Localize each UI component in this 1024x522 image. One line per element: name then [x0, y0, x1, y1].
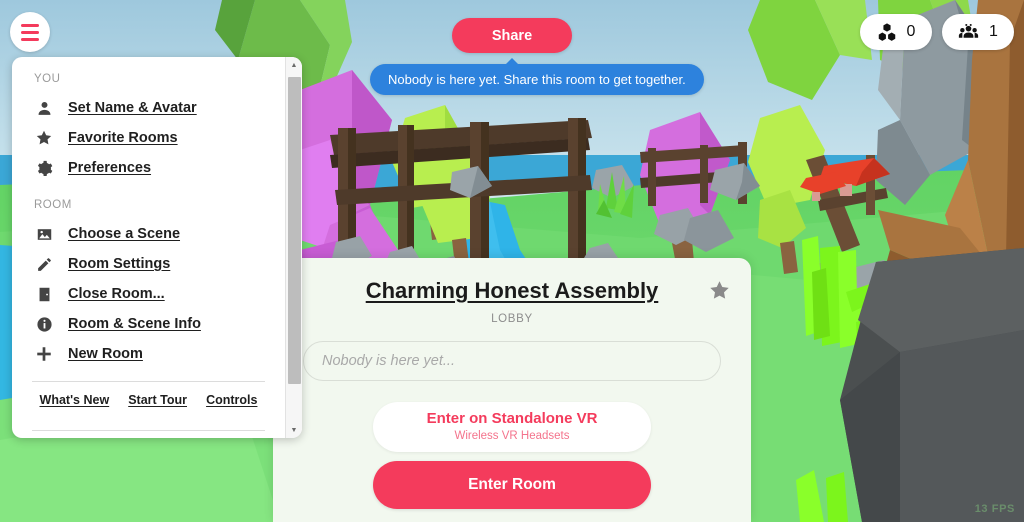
- people-count-badge[interactable]: 1: [942, 14, 1014, 50]
- scrollbar-thumb[interactable]: [287, 77, 301, 384]
- menu-item-label: New Room: [68, 346, 143, 362]
- menu-icon-bar-2: [21, 30, 39, 34]
- star-icon: [34, 128, 54, 148]
- room-state-label: LOBBY: [491, 313, 533, 325]
- menu-item-favorite-rooms[interactable]: Favorite Rooms: [26, 123, 271, 153]
- menu-item-set-name-avatar[interactable]: Set Name & Avatar: [26, 93, 271, 123]
- people-group-icon: [958, 22, 979, 43]
- menu-item-new-room[interactable]: New Room: [26, 339, 271, 369]
- menu-item-choose-a-scene[interactable]: Choose a Scene: [26, 219, 271, 249]
- vr-button-secondary-label: Wireless VR Headsets: [454, 429, 570, 442]
- scroll-down-arrow-icon[interactable]: ▼: [286, 422, 303, 438]
- menu-item-preferences[interactable]: Preferences: [26, 153, 271, 183]
- menu-item-label: Preferences: [68, 160, 152, 176]
- room-entry-card: Charming Honest Assembly LOBBY Enter on …: [273, 258, 751, 522]
- scroll-up-arrow-icon[interactable]: ▲: [286, 57, 303, 73]
- main-menu-panel: YOU Set Name & Avatar Favorite Rooms Pre…: [12, 57, 302, 438]
- enter-standalone-vr-button[interactable]: Enter on Standalone VR Wireless VR Heads…: [373, 402, 651, 452]
- menu-item-label: Choose a Scene: [68, 226, 181, 242]
- occupants-input[interactable]: [303, 341, 721, 381]
- image-icon: [34, 224, 54, 244]
- objects-cubes-icon: [877, 22, 897, 42]
- menu-item-label: Close Room...: [68, 286, 165, 302]
- plus-icon: [34, 344, 54, 364]
- link-whats-new[interactable]: What's New: [40, 393, 110, 407]
- top-right-badges: 0 1: [860, 14, 1014, 50]
- door-icon: [34, 284, 54, 304]
- person-icon: [34, 98, 54, 118]
- card-title-row: Charming Honest Assembly: [303, 278, 729, 304]
- star-icon: [708, 279, 731, 302]
- vr-button-primary-label: Enter on Standalone VR: [426, 409, 598, 427]
- pencil-icon: [34, 254, 54, 274]
- menu-item-close-room[interactable]: Close Room...: [26, 279, 271, 309]
- menu-icon-bar-1: [21, 23, 39, 27]
- enter-room-button[interactable]: Enter Room: [373, 461, 651, 509]
- menu-section-you-label: YOU: [34, 73, 61, 85]
- app-root: YOU Set Name & Avatar Favorite Rooms Pre…: [0, 0, 1024, 522]
- objects-count-badge[interactable]: 0: [860, 14, 932, 50]
- link-start-tour[interactable]: Start Tour: [128, 393, 187, 407]
- menu-item-label: Room & Scene Info: [68, 316, 201, 332]
- menu-scroll-area: YOU Set Name & Avatar Favorite Rooms Pre…: [12, 57, 285, 438]
- favorite-room-button[interactable]: [708, 279, 731, 302]
- people-count: 1: [989, 23, 998, 40]
- menu-item-label: Favorite Rooms: [68, 130, 178, 146]
- hamburger-menu-button[interactable]: [10, 12, 50, 52]
- gear-icon: [34, 158, 54, 178]
- fps-counter: 13 FPS: [974, 503, 1015, 515]
- menu-footer: Help Join Discord Report Issue Terms of …: [26, 431, 271, 438]
- link-controls[interactable]: Controls: [206, 393, 257, 407]
- menu-item-label: Set Name & Avatar: [68, 100, 197, 116]
- objects-count: 0: [906, 23, 916, 40]
- menu-scrollbar[interactable]: ▲ ▼: [285, 57, 302, 438]
- menu-icon-bar-3: [21, 37, 39, 41]
- room-title: Charming Honest Assembly: [365, 278, 659, 303]
- menu-item-label: Room Settings: [68, 256, 171, 272]
- share-button[interactable]: Share: [452, 18, 572, 53]
- menu-section-room-label: ROOM: [34, 199, 72, 211]
- info-icon: [34, 314, 54, 334]
- menu-primary-links: What's New Start Tour Controls: [26, 382, 271, 418]
- menu-item-room-settings[interactable]: Room Settings: [26, 249, 271, 279]
- menu-item-room-scene-info[interactable]: Room & Scene Info: [26, 309, 271, 339]
- scrollbar-track[interactable]: [286, 73, 303, 422]
- share-tooltip: Nobody is here yet. Share this room to g…: [370, 58, 704, 95]
